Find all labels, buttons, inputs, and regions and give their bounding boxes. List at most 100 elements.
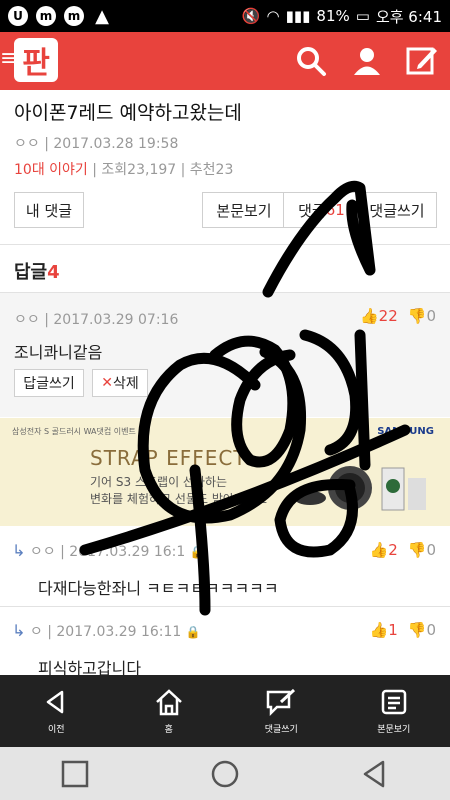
app-bar: ≡ 판 [0, 32, 450, 90]
replies-label: 답글 [14, 262, 48, 283]
document-icon [381, 689, 406, 714]
nav-back-label: 이전 [47, 724, 65, 735]
nav-write-comment-label: 댓글쓰기 [264, 724, 298, 735]
post-views: 조회23,197 [101, 162, 177, 178]
app-notification-icon: U [8, 6, 28, 26]
home-icon [155, 688, 182, 715]
nav-view-post[interactable]: 본문보기 [338, 675, 450, 747]
delete-icon: ✕ [101, 375, 113, 391]
post-date: 2017.03.28 19:58 [53, 136, 179, 152]
downvote-button[interactable]: 👎0 [408, 621, 436, 639]
upvote-button[interactable]: 👍1 [370, 621, 398, 639]
system-nav-bar [0, 747, 450, 800]
messenger-icon: m [36, 6, 56, 26]
clock: 오후 6:41 [375, 7, 442, 26]
signal-icon: ▮▮▮ [285, 7, 311, 25]
app-logo[interactable]: 판 [14, 38, 58, 82]
replies-heading: 답글4 [14, 258, 60, 284]
comment-date: 2017.03.29 16:1 [69, 544, 186, 560]
nav-back[interactable]: 이전 [0, 675, 113, 747]
downvote-count: 0 [426, 621, 436, 639]
comment-date: 2017.03.29 16:11 [56, 624, 182, 640]
downvote-count: 0 [426, 307, 436, 325]
downvote-button[interactable]: 👎0 [408, 307, 436, 325]
nav-view-post-label: 본문보기 [377, 724, 411, 735]
lock-icon: 🔒 [189, 545, 205, 559]
post-header: 아이폰7레드 예약하고왔는데 ㅇㅇ | 2017.03.28 19:58 10대… [14, 98, 434, 179]
comment-author: ㅇㅇ [29, 544, 56, 560]
comment-write-icon [267, 688, 296, 716]
comment-meta: ㅇㅇ | 2017.03.29 07:16 [14, 312, 179, 328]
ad-line1: 기어 S3 스트랩이 선사하는 [90, 475, 228, 489]
nav-home[interactable]: 홈 [113, 675, 226, 747]
view-post-button[interactable]: 본문보기 [202, 192, 286, 228]
comment-item: ↳ ㅇㅇ | 2017.03.29 16:1 🔒 👍2 👎0 다재다능한좌니 ㅋ… [0, 527, 450, 607]
post-author: ㅇㅇ [14, 136, 40, 152]
nav-write-comment[interactable]: 댓글쓰기 [225, 675, 338, 747]
view-post-label: 본문보기 [216, 201, 272, 220]
comments-count: 61 [325, 201, 345, 219]
back-icon [47, 690, 64, 713]
nav-home-label: 홈 [164, 724, 173, 735]
lock-icon: 🔒 [185, 625, 201, 639]
ad-headline: STRAP EFFECT [90, 446, 247, 470]
delete-button-label: 삭제 [112, 376, 139, 392]
ad-product-image [294, 466, 426, 511]
system-back-icon[interactable] [360, 759, 390, 789]
comment-author: ㅇㅇ [14, 312, 40, 328]
post-title: 아이폰7레드 예약하고왔는데 [14, 102, 242, 124]
search-icon[interactable] [294, 44, 328, 78]
comment-meta: ↳ ㅇ | 2017.03.29 16:11 🔒 [12, 621, 201, 640]
replies-count: 4 [47, 262, 60, 283]
battery-text: 81% [316, 7, 350, 25]
warning-icon: ▲ [95, 5, 109, 27]
downvote-count: 0 [426, 541, 436, 559]
ad-line2: 변화를 체험하고 선물도 받아가세요 [90, 492, 268, 506]
messenger-icon-2: m [64, 6, 84, 26]
post-recommends: 추천23 [189, 162, 234, 178]
comment-meta: ↳ ㅇㅇ | 2017.03.29 16:1 🔒 [12, 541, 205, 560]
bottom-nav: 이전 홈 댓글쓰기 본문보기 [0, 675, 450, 747]
comment-votes: 👍1 👎0 [370, 621, 436, 639]
comment-date: 2017.03.29 07:16 [53, 312, 179, 328]
comments-button[interactable]: 댓글 61 [283, 192, 360, 228]
upvote-button[interactable]: 👍2 [370, 541, 398, 559]
upvote-count: 2 [388, 541, 398, 559]
recent-apps-icon[interactable] [60, 759, 90, 789]
home-circle-icon[interactable] [210, 759, 240, 789]
write-icon[interactable] [405, 44, 439, 78]
my-comments-button[interactable]: 내 댓글 [14, 192, 84, 228]
wifi-icon: ◠ [266, 7, 280, 25]
status-bar: U m m ▲ 🔇 ◠ ▮▮▮ 81% ▭ 오후 6:41 [0, 0, 450, 32]
write-comment-label: 댓글쓰기 [369, 201, 425, 220]
delete-button[interactable]: ✕ 삭제 [92, 369, 148, 397]
comment-author: ㅇ [29, 624, 43, 640]
reply-button[interactable]: 답글쓰기 [14, 369, 84, 397]
comment-text: 조니콰니같음 [14, 343, 103, 362]
ad-brand: 삼성전자 S 골드러시 WA댓컵 이벤트 [12, 427, 136, 436]
my-comments-label: 내 댓글 [25, 201, 73, 220]
battery-icon: ▭ [355, 7, 370, 25]
comment-item: ↳ ㅇ | 2017.03.29 16:11 🔒 👍1 👎0 피식하고갑니다 [0, 607, 450, 678]
comment-votes: 👍22 👎0 [360, 307, 436, 325]
comment-text: 다재다능한좌니 ㅋㅌㅋㅌㅋㅋㅋㅋㅋ [38, 579, 279, 598]
write-comment-button[interactable]: 댓글쓰기 [357, 192, 437, 228]
post-category[interactable]: 10대 이야기 [14, 162, 88, 178]
upvote-count: 22 [378, 307, 398, 325]
divider [0, 244, 450, 245]
ad-banner[interactable]: 삼성전자 S 골드러시 WA댓컵 이벤트 SAMSUNG STRAP EFFEC… [0, 418, 450, 526]
comment-item: ㅇㅇ | 2017.03.29 07:16 👍22 👎0 조니콰니같음 답글쓰기… [0, 293, 450, 417]
comments-label: 댓글 [298, 201, 326, 220]
reply-arrow-icon: ↳ [12, 541, 26, 560]
user-icon[interactable] [350, 44, 384, 78]
reply-button-label: 답글쓰기 [23, 376, 75, 392]
upvote-count: 1 [388, 621, 398, 639]
downvote-button[interactable]: 👎0 [408, 541, 436, 559]
mute-icon: 🔇 [241, 7, 261, 25]
upvote-button[interactable]: 👍22 [360, 307, 398, 325]
post-meta: ㅇㅇ | 2017.03.28 19:58 [14, 136, 179, 152]
ad-samsung-logo: SAMSUNG [377, 426, 434, 437]
comment-votes: 👍2 👎0 [370, 541, 436, 559]
post-stats: 10대 이야기 | 조회23,197 | 추천23 [14, 162, 234, 178]
reply-arrow-icon: ↳ [12, 621, 26, 640]
